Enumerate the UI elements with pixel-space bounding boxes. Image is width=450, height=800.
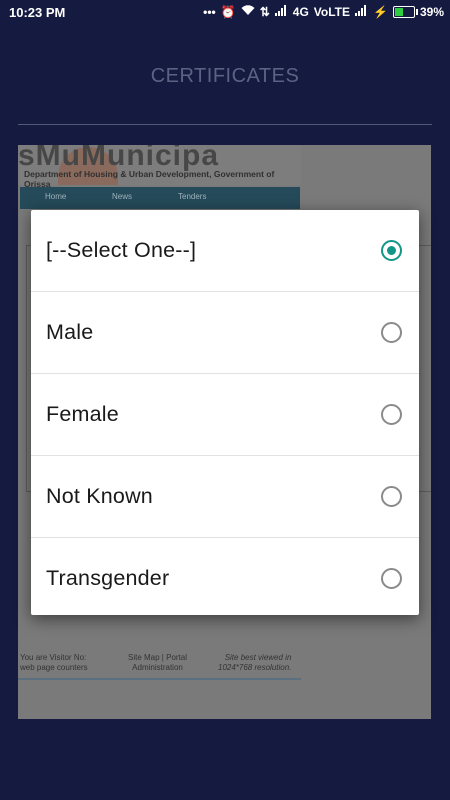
resolution-text: 1024*768 resolution. <box>218 663 292 672</box>
web-department-text: Department of Housing & Urban Developmen… <box>24 169 275 189</box>
web-header: sMuMunicipa Department of Housing & Urba… <box>18 145 301 189</box>
option-not-known[interactable]: Not Known <box>31 456 419 538</box>
title-divider <box>18 124 432 125</box>
network-4g-label: 4G <box>292 5 309 19</box>
signal-icon <box>274 5 288 19</box>
data-arrows-icon: ⇅ <box>259 5 270 19</box>
option-male[interactable]: Male <box>31 292 419 374</box>
alarm-icon: ⏰ <box>220 5 236 19</box>
option-label: Male <box>46 320 94 344</box>
option-label: [--Select One--] <box>46 238 197 262</box>
signal-icon <box>355 5 368 19</box>
web-nav-bar: Home News Tenders <box>20 187 300 209</box>
status-time: 10:23 PM <box>9 5 66 20</box>
option-transgender[interactable]: Transgender <box>31 538 419 619</box>
web-nav-tenders[interactable]: Tenders <box>178 192 206 201</box>
radio-button-icon[interactable] <box>381 486 402 507</box>
wifi-icon <box>241 5 255 19</box>
option-label: Female <box>46 402 119 426</box>
web-footer-links: Site Map | Portal Administration <box>128 653 188 673</box>
radio-button-icon[interactable] <box>381 240 402 261</box>
charging-icon: ⚡ <box>373 5 388 19</box>
option-female[interactable]: Female <box>31 374 419 456</box>
battery-percent: 39% <box>419 5 444 19</box>
gender-select-dialog: [--Select One--] Male Female Not Known T… <box>31 210 419 615</box>
web-footer: You are Visitor No: web page counters Si… <box>18 650 301 690</box>
counter-label: web page counters <box>20 663 88 672</box>
web-footer-visitor: You are Visitor No: web page counters <box>20 653 88 673</box>
page-title: CERTIFICATES <box>150 65 300 87</box>
visitor-label: You are Visitor No: <box>20 653 87 662</box>
battery-icon <box>392 6 418 18</box>
option-label: Not Known <box>46 484 153 508</box>
radio-button-icon[interactable] <box>381 322 402 343</box>
status-bar: 10:23 PM ••• ⏰ ⇅ 4G VoLTE ⚡ 39% <box>0 0 450 25</box>
radio-button-icon[interactable] <box>381 568 402 589</box>
status-icons: ••• ⏰ ⇅ 4G VoLTE ⚡ 39% <box>203 5 444 19</box>
web-nav-news[interactable]: News <box>112 192 132 201</box>
portal-link[interactable]: Portal <box>166 653 187 662</box>
best-viewed-text: Site best viewed in <box>224 653 292 662</box>
web-footer-resolution: Site best viewed in 1024*768 resolution. <box>218 653 291 673</box>
site-map-link[interactable]: Site Map <box>128 653 160 662</box>
option-select-one[interactable]: [--Select One--] <box>31 210 419 292</box>
administration-link[interactable]: Administration <box>128 663 187 673</box>
volte-label: VoLTE <box>313 5 351 19</box>
option-label: Transgender <box>46 566 170 590</box>
web-nav-home[interactable]: Home <box>45 192 66 201</box>
more-dots-icon: ••• <box>203 5 216 19</box>
web-footer-line <box>18 678 301 680</box>
radio-button-icon[interactable] <box>381 404 402 425</box>
